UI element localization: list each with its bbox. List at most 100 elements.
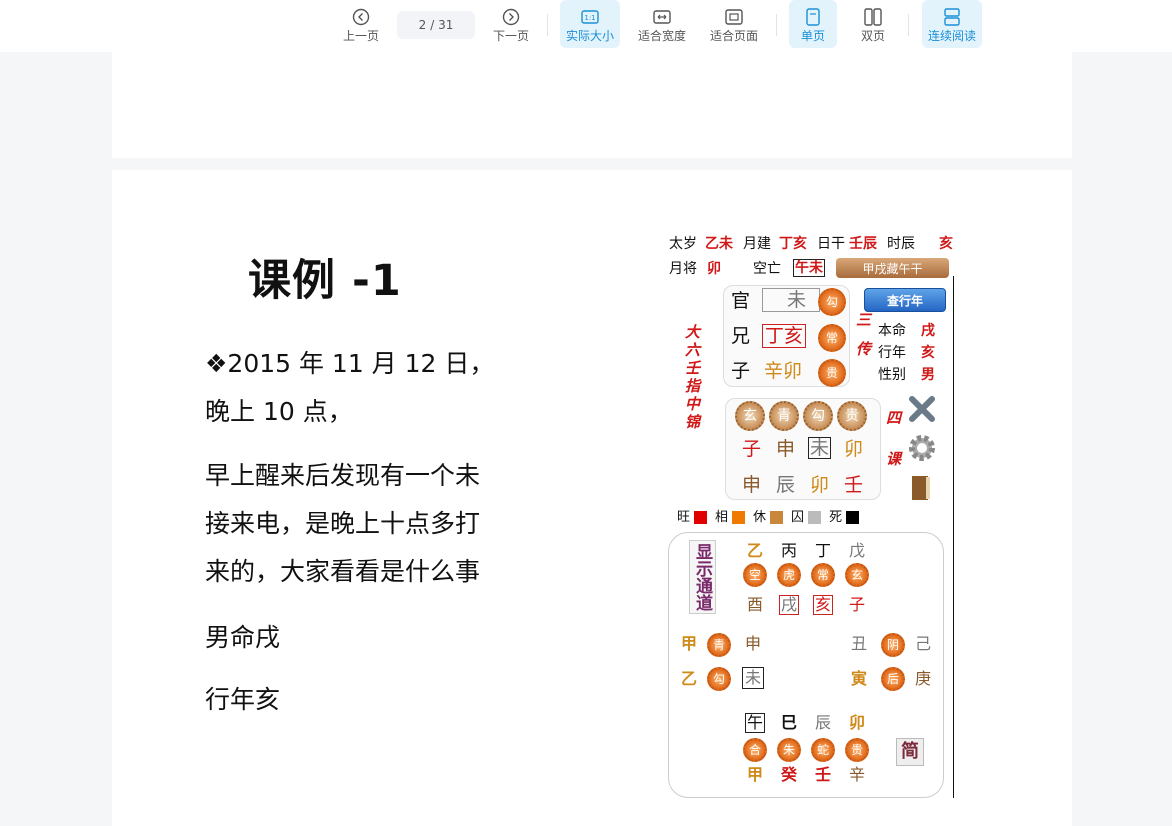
god-coin: 空 bbox=[743, 563, 767, 587]
chart-side-title: 大六壬指中锦 bbox=[683, 324, 701, 432]
rigan-label: 日干 bbox=[817, 236, 845, 252]
god-coin: 后 bbox=[881, 667, 905, 691]
legend-swatch bbox=[732, 511, 746, 524]
god-coin: 蛇 bbox=[811, 738, 835, 762]
god-coin: 常 bbox=[818, 324, 846, 352]
tianpan-zhi: 丑 bbox=[851, 634, 868, 653]
continuous-scroll-icon bbox=[943, 8, 961, 26]
shichen-value: 亥 bbox=[939, 236, 953, 252]
body-line: 早上醒来后发现有一个未 bbox=[205, 461, 481, 490]
next-page-button[interactable]: 下一页 bbox=[488, 0, 534, 48]
god-coin: 勾 bbox=[818, 288, 846, 316]
god-coin: 常 bbox=[811, 563, 835, 587]
legend-label: 囚 bbox=[791, 510, 805, 525]
close-icon[interactable] bbox=[907, 394, 937, 428]
tianpan-zhi: 子 bbox=[849, 595, 866, 614]
god-coin: 勾 bbox=[803, 401, 833, 431]
gear-icon[interactable] bbox=[906, 432, 938, 468]
svg-text:1:1: 1:1 bbox=[584, 14, 595, 22]
fit-width-button[interactable]: 适合宽度 bbox=[634, 0, 690, 48]
liuqin-1: 官 bbox=[731, 290, 751, 312]
tianpan-zhi: 午 bbox=[745, 713, 766, 733]
tianpan-zhi: 巳 bbox=[781, 713, 798, 732]
sike-label: 四课 bbox=[884, 410, 902, 492]
toolbar-divider bbox=[908, 14, 909, 36]
body-line: 接来电，是晚上十点多打 bbox=[205, 509, 481, 538]
tianpan-gan: 乙 bbox=[747, 541, 764, 560]
xingbie-value: 男 bbox=[921, 367, 935, 383]
legend-swatch bbox=[846, 511, 860, 524]
page-indicator[interactable]: 2 / 31 bbox=[397, 11, 475, 39]
god-coin: 玄 bbox=[845, 563, 869, 587]
prev-page-button[interactable]: 上一页 bbox=[338, 0, 384, 48]
yuejiang-label: 月将 bbox=[669, 261, 697, 277]
legend-swatch bbox=[770, 511, 784, 524]
fit-width-icon bbox=[653, 8, 671, 26]
tianpan-gan: 戊 bbox=[849, 541, 866, 560]
body-line: 行年亥 bbox=[205, 685, 281, 714]
sanchuan-zhi-2: 丁亥 bbox=[762, 324, 807, 348]
benming-label: 本命 bbox=[878, 323, 906, 339]
yuejian-value: 丁亥 bbox=[779, 236, 807, 252]
god-coin: 青 bbox=[769, 401, 799, 431]
sanchuan-label: 三传 bbox=[854, 312, 872, 370]
double-page-button[interactable]: 双页 bbox=[850, 0, 896, 48]
simplified-toggle-icon[interactable]: 简 bbox=[896, 738, 924, 766]
tianpan-gan: 壬 bbox=[815, 765, 832, 784]
sike-top: 子 bbox=[742, 438, 762, 460]
sike-top: 卯 bbox=[844, 438, 864, 460]
tianpan-zhi: 酉 bbox=[747, 595, 764, 614]
shichen-label: 时辰 bbox=[887, 236, 915, 252]
tianpan-zhi: 卯 bbox=[849, 713, 866, 732]
legend-swatch bbox=[808, 511, 822, 524]
tianpan-zhi: 申 bbox=[745, 634, 762, 653]
body-line: 男命戌 bbox=[205, 623, 281, 652]
legend-label: 相 bbox=[715, 510, 729, 525]
single-page-button[interactable]: 单页 bbox=[789, 0, 837, 48]
god-coin: 合 bbox=[743, 738, 767, 762]
divination-chart: 太岁 乙未 月建 丁亥 日干 壬辰 时辰 亥 月将 卯 空亡 午未 甲戌藏午干 … bbox=[665, 230, 955, 800]
tianpan-gan: 己 bbox=[915, 634, 932, 653]
yuejiang-value: 卯 bbox=[707, 261, 721, 277]
sike-bottom: 卯 bbox=[810, 474, 830, 496]
zhuan-banner: 甲戌藏午干 bbox=[836, 258, 949, 278]
god-coin: 阴 bbox=[881, 633, 905, 657]
sanchuan-zhi-3: 辛卯 bbox=[764, 360, 803, 382]
tianpan-zhi: 未 bbox=[742, 667, 765, 689]
taisui-label: 太岁 bbox=[669, 236, 697, 252]
god-coin: 贵 bbox=[845, 738, 869, 762]
tianpan-gan: 甲 bbox=[681, 634, 698, 653]
tianpan-gan: 庚 bbox=[915, 669, 932, 688]
xingnian-label: 行年 bbox=[878, 345, 906, 361]
god-coin: 虎 bbox=[777, 563, 801, 587]
actual-size-button[interactable]: 1:1 实际大小 bbox=[560, 0, 620, 48]
book-icon[interactable] bbox=[910, 474, 932, 506]
tianpan-gan: 辛 bbox=[849, 765, 866, 784]
taisui-value: 乙未 bbox=[705, 236, 733, 252]
show-channel-button[interactable]: 显示通道 bbox=[689, 540, 716, 614]
legend-label: 休 bbox=[753, 510, 767, 525]
check-xingnian-button[interactable]: 查行年 bbox=[864, 288, 946, 312]
wangxiang-legend: 旺相休囚死 bbox=[677, 510, 867, 526]
tianpan-gan: 甲 bbox=[747, 765, 764, 784]
actual-size-icon: 1:1 bbox=[581, 8, 599, 26]
tianpan-zhi: 戌 bbox=[779, 595, 800, 615]
kongwang-label: 空亡 bbox=[753, 261, 781, 277]
body-line: 晚上 10 点， bbox=[205, 397, 353, 426]
chevron-left-circle-icon bbox=[352, 8, 370, 26]
god-coin: 贵 bbox=[837, 401, 867, 431]
continuous-reading-button[interactable]: 连续阅读 bbox=[922, 0, 982, 48]
sanchuan-zhi-1: 未 bbox=[762, 288, 821, 312]
sike-top: 申 bbox=[776, 438, 796, 460]
body-line: ❖2015 年 11 月 12 日， bbox=[205, 349, 495, 378]
tianpan-gan: 丙 bbox=[781, 541, 798, 560]
tianpan-zhi: 寅 bbox=[851, 669, 868, 688]
toolbar-divider bbox=[776, 14, 777, 36]
god-coin: 朱 bbox=[777, 738, 801, 762]
fit-page-button[interactable]: 适合页面 bbox=[706, 0, 762, 48]
god-coin: 贵 bbox=[818, 359, 846, 387]
sike-top: 未 bbox=[808, 437, 832, 459]
current-page-input[interactable]: 2 bbox=[419, 18, 427, 32]
liuqin-2: 兄 bbox=[731, 325, 751, 347]
xingnian-value: 亥 bbox=[921, 345, 935, 361]
